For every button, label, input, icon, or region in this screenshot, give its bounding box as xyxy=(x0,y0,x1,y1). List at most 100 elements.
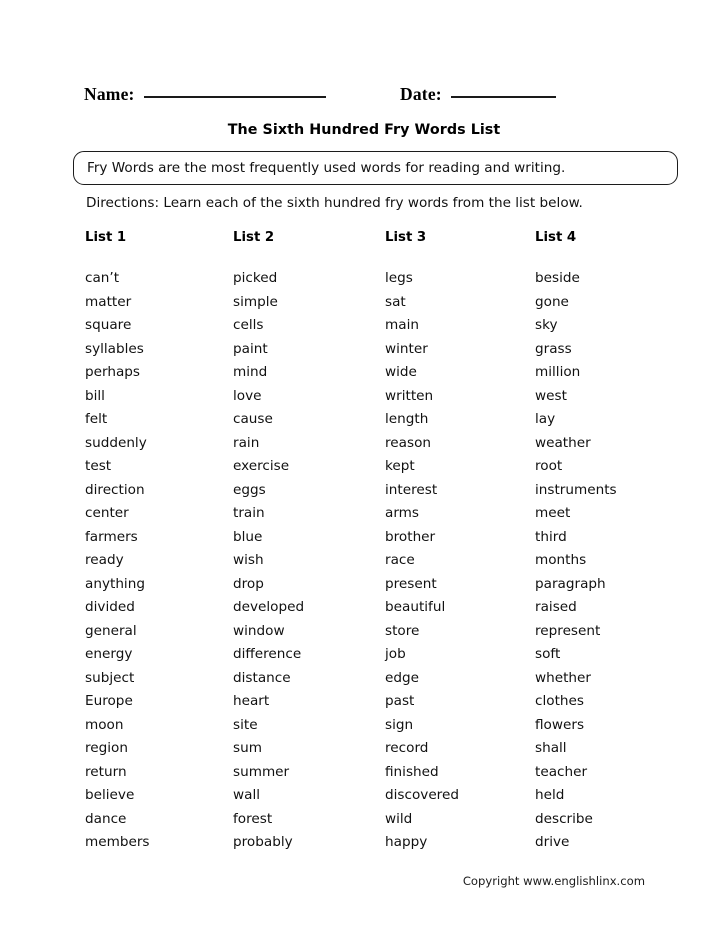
word-item: square xyxy=(85,317,132,333)
word-item: kept xyxy=(385,458,415,474)
word-item: eggs xyxy=(233,481,266,498)
word-item: clothes xyxy=(535,693,584,709)
word-item: store xyxy=(385,622,420,639)
word-item: subject xyxy=(85,669,135,686)
word-item: teacher xyxy=(535,763,588,780)
word-item: test xyxy=(85,458,112,474)
word-item: sign xyxy=(385,716,414,733)
list-4-heading: List 4 xyxy=(535,230,577,245)
word-item: difference xyxy=(233,646,302,662)
word-item: love xyxy=(233,387,262,404)
list-3-heading: List 3 xyxy=(385,230,427,245)
word-item: believe xyxy=(85,787,135,803)
word-item: represent xyxy=(535,622,601,639)
word-item: root xyxy=(535,458,563,474)
word-item: moon xyxy=(85,716,124,733)
word-item: mind xyxy=(233,364,268,380)
word-item: arms xyxy=(385,505,420,521)
word-item: members xyxy=(85,834,150,850)
word-item: farmers xyxy=(85,528,138,545)
word-item: exercise xyxy=(233,458,290,474)
list-1-heading: List 1 xyxy=(85,230,127,245)
word-item: summer xyxy=(233,763,290,780)
word-item: picked xyxy=(233,270,278,286)
word-item: matter xyxy=(85,293,132,310)
word-item: sum xyxy=(233,740,262,756)
word-item: Europe xyxy=(85,693,133,709)
copyright-notice: Copyright www.englishlinx.com xyxy=(462,874,645,888)
word-item: race xyxy=(385,552,415,568)
word-item: suddenly xyxy=(85,434,147,451)
word-item: can’t xyxy=(85,270,120,286)
word-item: main xyxy=(385,317,419,333)
word-item: divided xyxy=(85,599,135,615)
word-item: site xyxy=(233,716,258,733)
name-field-group: Name: xyxy=(84,84,326,105)
word-item: million xyxy=(535,364,581,380)
word-item: blue xyxy=(233,528,263,545)
word-item: rain xyxy=(233,434,260,451)
word-item: discovered xyxy=(385,787,459,803)
date-label: Date: xyxy=(400,84,442,104)
info-box: Fry Words are the most frequently used w… xyxy=(73,151,678,185)
word-item: happy xyxy=(385,834,428,850)
word-item: sat xyxy=(385,293,406,310)
word-item: distance xyxy=(233,669,291,686)
word-item: length xyxy=(385,411,429,427)
word-item: months xyxy=(535,552,587,568)
word-item: shall xyxy=(535,740,567,756)
word-item: west xyxy=(535,387,567,404)
word-item: meet xyxy=(535,505,571,521)
page-title: The Sixth Hundred Fry Words List xyxy=(227,122,501,138)
word-item: energy xyxy=(85,646,133,662)
word-item: finished xyxy=(385,763,439,780)
word-item: paint xyxy=(233,340,268,357)
word-item: wild xyxy=(385,810,413,827)
word-item: job xyxy=(385,646,406,662)
word-item: developed xyxy=(233,599,305,615)
word-item: describe xyxy=(535,810,593,827)
word-list-column-3: List 3 legs sat main winter wide written lengt… xyxy=(385,230,545,855)
word-item: ready xyxy=(85,552,124,568)
word-item: cause xyxy=(233,411,273,427)
word-item: anything xyxy=(85,575,145,592)
word-item: syllables xyxy=(85,340,144,357)
word-item: soft xyxy=(535,646,561,662)
word-list-column-1: List 1 can’t matter square syllables perhaps… xyxy=(85,230,245,855)
name-date-row: Name: Date: xyxy=(84,84,644,110)
word-item: brother xyxy=(385,528,436,545)
word-item: dance xyxy=(85,810,127,827)
word-item: past xyxy=(385,693,415,709)
word-item: instruments xyxy=(535,481,617,498)
word-item: whether xyxy=(535,669,591,686)
list-3-words: legs sat main winter wide written length reason… xyxy=(385,267,545,855)
word-item: grass xyxy=(535,340,572,357)
word-item: forest xyxy=(233,810,273,827)
word-item: wall xyxy=(233,787,261,803)
word-item: raised xyxy=(535,599,577,615)
word-item: window xyxy=(233,622,285,639)
word-list-column-2: List 2 picked simple cells paint mind love cau… xyxy=(233,230,393,855)
word-item: record xyxy=(385,740,429,756)
list-4-words: beside gone sky grass million west lay weather r… xyxy=(535,267,695,855)
word-item: edge xyxy=(385,669,419,686)
date-field-group: Date: xyxy=(400,84,556,105)
word-item: cells xyxy=(233,317,264,333)
word-item: wide xyxy=(385,364,417,380)
word-item: gone xyxy=(535,293,569,310)
worksheet-page: Name: Date: The Sixth Hundred Fry Words … xyxy=(0,0,728,949)
word-item: felt xyxy=(85,411,108,427)
word-item: return xyxy=(85,763,127,780)
word-list-column-4: List 4 beside gone sky grass million west lay w… xyxy=(535,230,695,855)
word-item: center xyxy=(85,505,129,521)
word-item: heart xyxy=(233,693,270,709)
word-item: region xyxy=(85,740,128,756)
date-write-line[interactable] xyxy=(450,96,556,98)
word-item: lay xyxy=(535,411,556,427)
directions-text: Directions: Learn each of the sixth hund… xyxy=(86,195,583,211)
name-label: Name: xyxy=(84,84,135,104)
name-write-line[interactable] xyxy=(143,96,326,98)
list-2-heading: List 2 xyxy=(233,230,275,245)
word-item: flowers xyxy=(535,716,585,733)
word-item: probably xyxy=(233,834,293,850)
